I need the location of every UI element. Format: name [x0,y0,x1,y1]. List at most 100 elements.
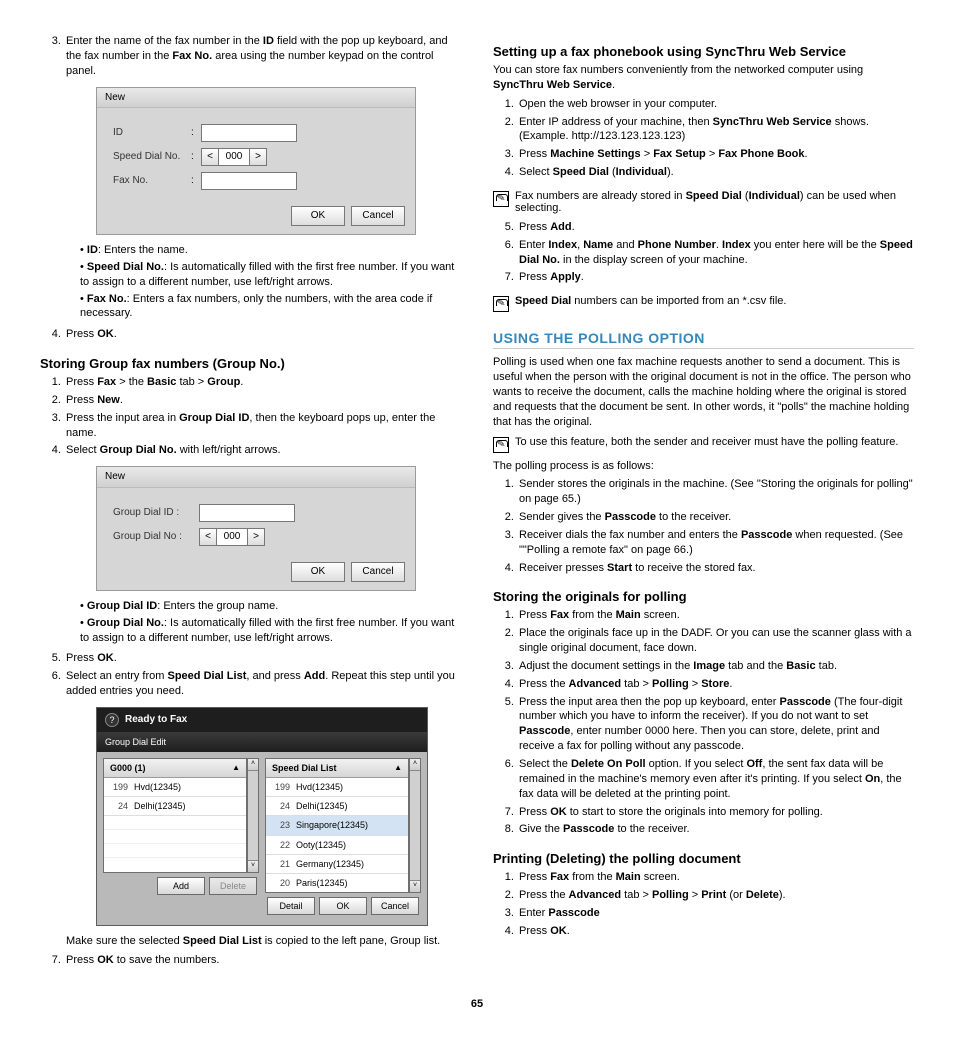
speed-dial-no-label: Speed Dial No. [113,150,191,164]
list-item: Place the originals face up in the DADF.… [517,626,914,656]
page-columns: Enter the name of the fax number in the … [40,30,914,978]
list-item: Press OK to save the numbers. [64,953,461,968]
heading-polling: Using the Polling Option [493,330,914,349]
list-item: Press Fax > the Basic tab > Group. [64,375,461,390]
group-id-input[interactable] [199,504,295,522]
dialog-title: New [97,88,415,109]
table-row[interactable]: 24Delhi(12345) [266,797,408,816]
group-no-label: Group Dial No : [113,530,199,544]
list-item: Open the web browser in your computer. [517,97,914,112]
spinner-left-icon[interactable]: < [199,528,217,546]
list-item: Speed Dial No.: Is automatically filled … [80,260,461,290]
list-item: Fax No.: Enters a fax numbers, only the … [80,292,461,322]
table-row[interactable]: 22Ooty(12345) [266,836,408,855]
list-item: Give the Passcode to the receiver. [517,822,914,837]
id-input[interactable] [201,124,297,142]
list-item: Select Group Dial No. with left/right ar… [64,443,461,645]
list-item: Group Dial No.: Is automatically filled … [80,616,461,646]
speed-dial-spinner[interactable]: < 000 > [201,148,267,166]
sort-icon[interactable]: ▲ [232,763,240,774]
list-item: Enter IP address of your machine, then S… [517,115,914,145]
list-item: Enter Index, Name and Phone Number. Inde… [517,238,914,268]
new-speed-dial-dialog: New ID: Speed Dial No.: < 000 > Fax No.: [96,87,461,236]
scrollbar[interactable]: ˄˅ [409,758,421,893]
table-row[interactable]: 20Paris(12345) [266,874,408,892]
note-icon [493,437,509,453]
ok-button[interactable]: OK [319,897,367,915]
list-item: Press OK. [517,924,914,939]
ok-button[interactable]: OK [291,206,345,226]
fax-no-input[interactable] [201,172,297,190]
spinner-right-icon[interactable]: > [249,148,267,166]
new-group-dial-dialog: New Group Dial ID : Group Dial No : < 00… [96,466,461,591]
list-item: Select Speed Dial (Individual). [517,165,914,180]
note: Speed Dial numbers can be imported from … [493,295,914,312]
polling-process-label: The polling process is as follows: [493,459,914,474]
table-row[interactable]: 23Singapore(12345) [266,816,408,835]
polling-intro: Polling is used when one fax machine req… [493,355,914,429]
note: To use this feature, both the sender and… [493,436,914,453]
list-item: ID: Enters the name. [80,243,461,258]
spinner-value: 000 [217,528,247,546]
help-icon[interactable]: ? [105,713,119,727]
note-icon [493,296,509,312]
spinner-left-icon[interactable]: < [201,148,219,166]
list-item: Receiver dials the fax number and enters… [517,528,914,558]
tab-group-dial-edit[interactable]: Group Dial Edit [97,732,427,752]
heading-storing-originals: Storing the originals for polling [493,589,914,604]
table-row[interactable]: 24Delhi(12345) [104,797,246,816]
step-3: Enter the name of the fax number in the … [64,34,461,321]
spinner-value: 000 [219,148,249,166]
detail-button[interactable]: Detail [267,897,315,915]
list-item: Sender gives the Passcode to the receive… [517,510,914,525]
ready-to-fax-screen: ? Ready to Fax Group Dial Edit G000 (1)▲ … [96,707,461,926]
list-item: Adjust the document settings in the Imag… [517,659,914,674]
list-item: Press Add. [517,220,914,235]
delete-button: Delete [209,877,257,895]
list-item: Receiver presses Start to receive the st… [517,561,914,576]
fax-no-label: Fax No. [113,174,191,188]
group-id-label: Group Dial ID : [113,506,199,520]
cancel-button[interactable]: Cancel [351,206,405,226]
table-row[interactable]: 199Hvd(12345) [104,778,246,797]
list-item: Press the input area then the pop up key… [517,695,914,754]
list-item: Press Machine Settings > Fax Setup > Fax… [517,147,914,162]
dialog-title: New [97,467,415,488]
ok-button[interactable]: OK [291,562,345,582]
syncthru-intro: You can store fax numbers conveniently f… [493,63,914,93]
cancel-button[interactable]: Cancel [371,897,419,915]
list-item: Sender stores the originals in the machi… [517,477,914,507]
table-row[interactable]: 199Hvd(12345) [266,778,408,797]
spinner-right-icon[interactable]: > [247,528,265,546]
sort-icon[interactable]: ▲ [394,763,402,774]
list-item: Enter Passcode [517,906,914,921]
list-item: Press Fax from the Main screen. [517,608,914,623]
list-item: Group Dial ID: Enters the group name. [80,599,461,614]
screen-title: Ready to Fax [125,713,187,727]
id-label: ID [113,126,191,140]
right-column: Setting up a fax phonebook using SyncThr… [493,30,914,978]
page-number: 65 [40,998,914,1010]
cancel-button[interactable]: Cancel [351,562,405,582]
heading-syncthru: Setting up a fax phonebook using SyncThr… [493,44,914,59]
group-no-spinner[interactable]: < 000 > [199,528,265,546]
list-item: Select the Delete On Poll option. If you… [517,757,914,802]
add-button[interactable]: Add [157,877,205,895]
group-list-pane: G000 (1)▲ 199Hvd(12345) 24Delhi(12345) [103,758,247,873]
caption: Make sure the selected Speed Dial List i… [66,934,461,949]
list-item: Press the Advanced tab > Polling > Print… [517,888,914,903]
step-4: Press OK. [64,327,461,342]
note-icon [493,191,509,207]
list-item: Press the input area in Group Dial ID, t… [64,411,461,441]
list-item: Select an entry from Speed Dial List, an… [64,669,461,949]
speed-dial-list-pane: Speed Dial List▲ 199Hvd(12345) 24Delhi(1… [265,758,409,893]
table-row[interactable]: 21Germany(12345) [266,855,408,874]
heading-group-fax: Storing Group fax numbers (Group No.) [40,356,461,371]
scrollbar[interactable]: ˄˅ [247,758,259,873]
list-item: Press OK. [64,651,461,666]
list-item: Press OK to start to store the originals… [517,805,914,820]
note: Fax numbers are already stored in Speed … [493,190,914,214]
heading-print-delete-polling: Printing (Deleting) the polling document [493,851,914,866]
list-item: Press the Advanced tab > Polling > Store… [517,677,914,692]
left-column: Enter the name of the fax number in the … [40,30,461,978]
